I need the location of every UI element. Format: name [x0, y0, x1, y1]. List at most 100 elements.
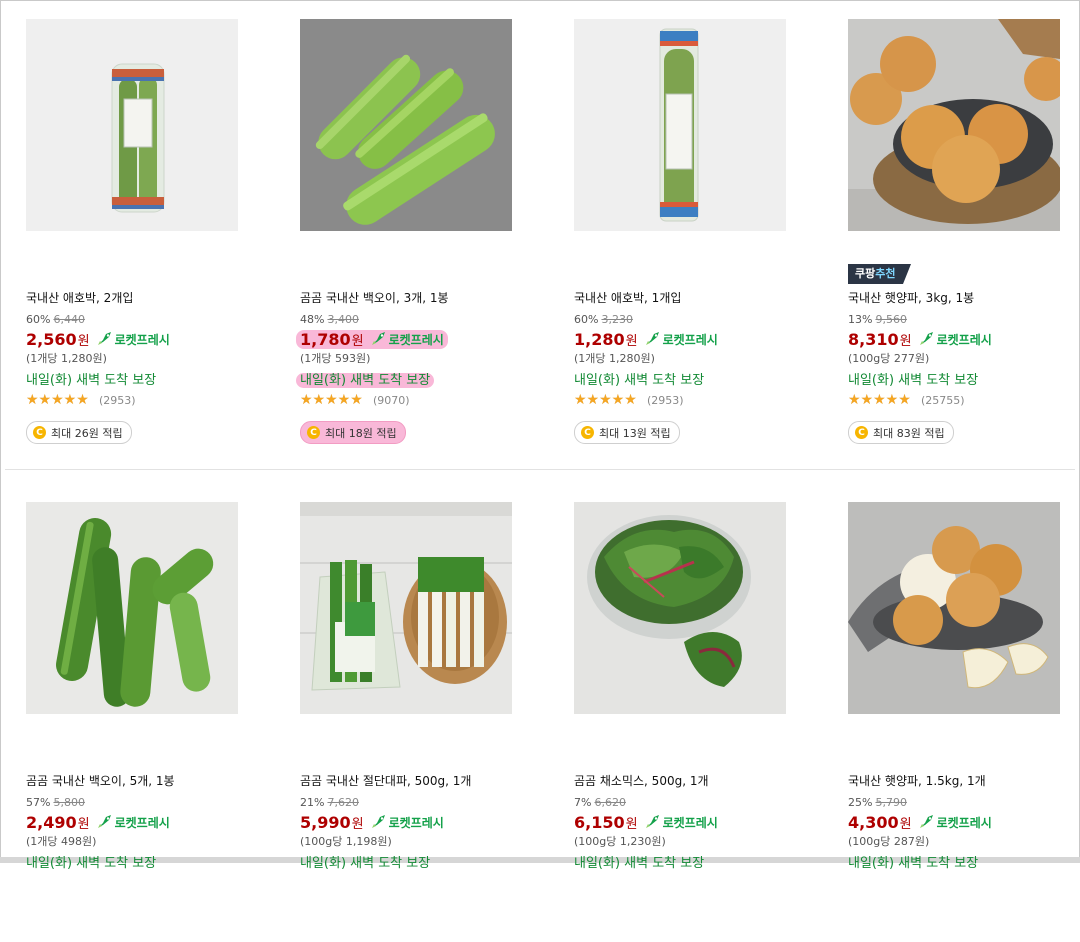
product-name[interactable]: 곰곰 채소믹스, 500g, 1개: [574, 772, 709, 789]
unit-price: (100g당 287원): [848, 835, 930, 848]
product-image-vegetable-mix[interactable]: [574, 502, 786, 714]
currency: 원: [351, 816, 364, 832]
original-price: 6,620: [594, 796, 626, 809]
cash-reward-badge: C 최대 26원 적립: [26, 421, 132, 444]
product-card[interactable]: 국내산 햇양파, 1.5kg, 1개 25% 5,790 4,300 원 로켓프레시…: [848, 502, 1080, 942]
rocket-fresh-badge: 로켓프레시: [645, 814, 718, 831]
product-name[interactable]: 국내산 햇양파, 1.5kg, 1개: [848, 772, 986, 789]
review-count: (25755): [921, 393, 965, 407]
unit-price: (1개당 1,280원): [574, 352, 655, 365]
delivery-promise: 내일(화) 새벽 도착 보장: [848, 856, 979, 871]
rating: ★★★★★ ★★★★★ (2953): [574, 393, 684, 407]
product-card[interactable]: 국내산 애호박, 1개입 60% 3,230 1,280 원 로켓프레시 (1개당 …: [574, 19, 814, 459]
price-line: 4,300 원 로켓프레시: [848, 811, 992, 833]
rocket-fresh-label: 로켓프레시: [936, 815, 992, 830]
currency: 원: [77, 816, 90, 832]
cash-reward-badge: C 최대 83원 적립: [848, 421, 954, 444]
discount-info: 21% 7,620: [300, 796, 359, 809]
coin-icon: C: [307, 426, 320, 439]
unit-price: (1개당 1,280원): [26, 352, 107, 365]
rocket-fresh-label: 로켓프레시: [388, 815, 444, 830]
rocket-icon: [645, 332, 659, 345]
sale-price: 5,990: [300, 812, 351, 832]
price-line: 1,280 원 로켓프레시: [574, 328, 718, 350]
coin-icon: C: [581, 426, 594, 439]
discount-info: 7% 6,620: [574, 796, 626, 809]
price-line: 6,150 원 로켓프레시: [574, 811, 718, 833]
discount-rate: 60%: [574, 313, 599, 326]
rocket-fresh-label: 로켓프레시: [114, 332, 170, 347]
rocket-icon: [919, 332, 933, 345]
product-image-cucumber-3[interactable]: [300, 19, 512, 231]
rocket-icon: [97, 332, 111, 345]
sale-price: 1,780: [300, 329, 351, 349]
reward-text: 최대 26원 적립: [51, 426, 123, 440]
star-rating-icon: ★★★★★ ★★★★★: [26, 392, 89, 408]
sale-price: 1,280: [574, 329, 625, 349]
unit-price: (100g당 1,198원): [300, 835, 392, 848]
sale-price: 2,560: [26, 329, 77, 349]
rocket-fresh-label: 로켓프레시: [662, 332, 718, 347]
cash-reward-badge: C 최대 18원 적립: [300, 421, 406, 444]
original-price: 6,440: [53, 313, 85, 326]
price-line: 2,560 원 로켓프레시: [26, 328, 170, 350]
price-line: 2,490 원 로켓프레시: [26, 811, 170, 833]
product-image-green-onion[interactable]: [300, 502, 512, 714]
product-card[interactable]: 곰곰 국내산 백오이, 5개, 1봉 57% 5,800 2,490 원 로켓프레시…: [26, 502, 266, 942]
discount-info: 60% 3,230: [574, 313, 633, 326]
product-card[interactable]: 곰곰 국내산 백오이, 3개, 1봉 48% 3,400 1,780 원 로켓프레시…: [296, 19, 540, 459]
original-price: 7,620: [327, 796, 359, 809]
original-price: 3,230: [601, 313, 633, 326]
product-name[interactable]: 곰곰 국내산 절단대파, 500g, 1개: [300, 772, 471, 789]
currency: 원: [77, 333, 90, 349]
delivery-promise: 내일(화) 새벽 도착 보장: [26, 373, 157, 388]
discount-rate: 60%: [26, 313, 51, 326]
product-card[interactable]: 국내산 애호박, 2개입 60% 6,440 2,560 원 로켓프레시 (1개당 …: [26, 19, 266, 459]
sale-price: 4,300: [848, 812, 899, 832]
discount-info: 57% 5,800: [26, 796, 85, 809]
discount-info: 48% 3,400: [300, 313, 359, 326]
product-card[interactable]: 쿠팡추천 국내산 햇양파, 3kg, 1봉 13% 9,560 8,310 원 로켓…: [848, 19, 1080, 459]
review-count: (2953): [99, 393, 136, 407]
discount-rate: 25%: [848, 796, 873, 809]
currency: 원: [625, 333, 638, 349]
review-count: (9070): [373, 393, 410, 407]
product-name[interactable]: 곰곰 국내산 백오이, 5개, 1봉: [26, 772, 175, 789]
original-price: 5,800: [53, 796, 85, 809]
coupang-recommend-badge: 쿠팡추천: [848, 264, 910, 284]
product-card[interactable]: 곰곰 채소믹스, 500g, 1개 7% 6,620 6,150 원 로켓프레시 (…: [574, 502, 814, 942]
product-image-zucchini-2pack[interactable]: [26, 19, 238, 231]
rocket-fresh-badge: 로켓프레시: [97, 331, 170, 348]
discount-info: 60% 6,440: [26, 313, 85, 326]
star-rating-icon: ★★★★★ ★★★★★: [848, 392, 911, 408]
product-card[interactable]: 곰곰 국내산 절단대파, 500g, 1개 21% 7,620 5,990 원 로켓…: [300, 502, 540, 942]
product-image-onion-1-5kg[interactable]: [848, 502, 1060, 714]
rocket-icon: [919, 815, 933, 828]
delivery-promise: 내일(화) 새벽 도착 보장: [574, 373, 705, 388]
coin-icon: C: [33, 426, 46, 439]
unit-price: (1개당 498원): [26, 835, 97, 848]
product-image-onion-3kg[interactable]: [848, 19, 1060, 231]
price-line: 8,310 원 로켓프레시: [848, 328, 992, 350]
product-name[interactable]: 국내산 햇양파, 3kg, 1봉: [848, 289, 974, 306]
row-divider: [5, 469, 1075, 470]
rocket-fresh-badge: 로켓프레시: [919, 331, 992, 348]
product-image-zucchini-1pack[interactable]: [574, 19, 786, 231]
unit-price: (100g당 277원): [848, 352, 930, 365]
currency: 원: [899, 816, 912, 832]
unit-price: (1개당 593원): [300, 352, 371, 365]
rocket-fresh-badge: 로켓프레시: [645, 331, 718, 348]
delivery-promise: 내일(화) 새벽 도착 보장: [574, 856, 705, 871]
star-rating-icon: ★★★★★ ★★★★★: [300, 392, 363, 408]
rocket-fresh-label: 로켓프레시: [662, 815, 718, 830]
rocket-icon: [645, 815, 659, 828]
rocket-icon: [371, 815, 385, 828]
product-name[interactable]: 국내산 애호박, 2개입: [26, 289, 133, 306]
product-image-cucumber-5[interactable]: [26, 502, 238, 714]
rocket-fresh-label: 로켓프레시: [114, 815, 170, 830]
delivery-text: 내일(화) 새벽 도착 보장: [296, 373, 435, 388]
product-name[interactable]: 국내산 애호박, 1개입: [574, 289, 681, 306]
rocket-icon: [371, 332, 385, 345]
review-count: (2953): [647, 393, 684, 407]
product-name[interactable]: 곰곰 국내산 백오이, 3개, 1봉: [300, 289, 449, 306]
